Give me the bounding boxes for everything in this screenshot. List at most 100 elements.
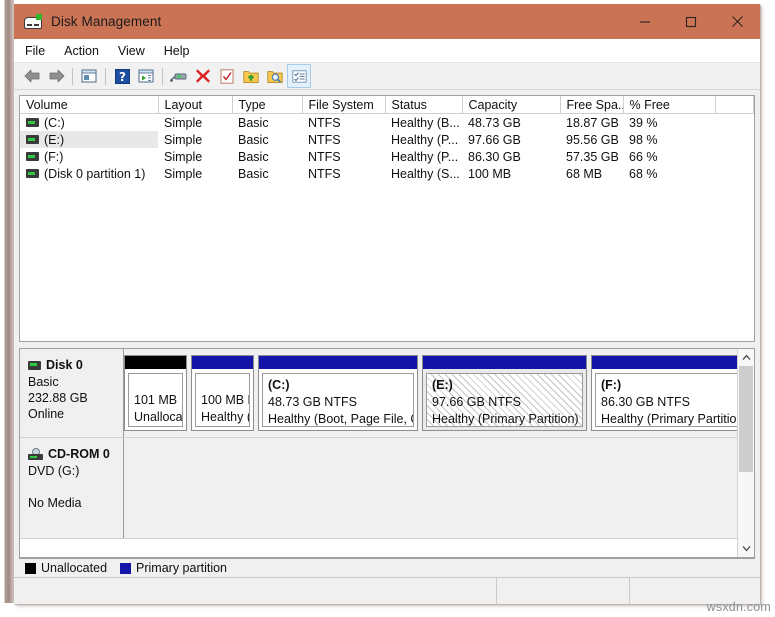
delete-icon[interactable] <box>191 65 215 87</box>
column-header-status[interactable]: Status <box>385 96 463 114</box>
help-icon[interactable]: ? <box>110 65 134 87</box>
scroll-down-icon[interactable] <box>738 540 754 557</box>
legend-label-primary: Primary partition <box>136 561 228 575</box>
show-hide-pane-icon[interactable] <box>287 64 311 88</box>
cell-volume: (Disk 0 partition 1) <box>20 165 158 182</box>
volume-label: (C:) <box>44 115 65 130</box>
export-list-icon[interactable] <box>239 65 263 87</box>
window-controls <box>622 4 760 39</box>
close-button[interactable] <box>714 4 760 39</box>
legend-label-unallocated: Unallocated <box>41 561 108 575</box>
legend-swatch-unallocated <box>25 562 36 574</box>
hard-disk-icon <box>28 360 41 370</box>
status-bar <box>14 577 760 604</box>
show-action-pane-icon[interactable] <box>134 65 158 87</box>
disk-state: Online <box>28 407 65 421</box>
disk-title: Disk 0 <box>28 357 123 373</box>
back-icon[interactable] <box>20 65 44 87</box>
svg-text:?: ? <box>119 70 126 84</box>
partition-size: 48.73 GB NTFS <box>268 395 357 409</box>
partition-details: (E:) 97.66 GB NTFS Healthy (Primary Part… <box>426 373 583 427</box>
table-row[interactable]: (Disk 0 partition 1) Simple Basic NTFS H… <box>20 165 754 182</box>
volume-icon <box>26 118 39 127</box>
search-icon[interactable] <box>263 65 287 87</box>
partition-color-bar <box>259 356 417 369</box>
volume-label: (E:) <box>44 132 65 147</box>
volume-icon <box>26 152 39 161</box>
column-header-capacity[interactable]: Capacity <box>462 96 561 114</box>
status-pane-main <box>14 578 497 604</box>
menu-action[interactable]: Action <box>64 44 109 58</box>
cell-percent-free: 68 % <box>629 166 658 181</box>
cell-filesystem: NTFS <box>308 149 341 164</box>
cell-status: Healthy (P... <box>391 149 459 164</box>
menu-bar: File Action View Help <box>14 39 760 63</box>
disk-info-disk0[interactable]: Disk 0 Basic 232.88 GB Online <box>20 349 124 437</box>
cell-free-space: 95.56 GB <box>566 132 619 147</box>
scroll-up-icon[interactable] <box>738 349 754 366</box>
cdrom-partition-strip <box>124 438 737 538</box>
volume-label: (Disk 0 partition 1) <box>44 166 146 181</box>
menu-file[interactable]: File <box>25 44 55 58</box>
maximize-button[interactable] <box>668 4 714 39</box>
partition-name: (E:) <box>432 378 453 392</box>
volume-label: (F:) <box>44 149 64 164</box>
partition-details: (C:) 48.73 GB NTFS Healthy (Boot, Page F… <box>262 373 414 427</box>
column-header-type[interactable]: Type <box>232 96 303 114</box>
partition-unallocated[interactable]: 101 MB Unallocat <box>124 355 187 431</box>
site-watermark: wsxdn.com <box>706 600 771 614</box>
page-left-edge <box>0 0 14 617</box>
partition-name: (F:) <box>601 378 622 392</box>
table-row[interactable]: (E:) Simple Basic NTFS Healthy (P... 97.… <box>20 131 754 148</box>
disk-panel-scrollbar[interactable] <box>737 349 754 557</box>
menu-view[interactable]: View <box>118 44 155 58</box>
cdrom-title: CD-ROM 0 <box>28 446 123 462</box>
partition-details: 100 MB N Healthy (: <box>195 373 250 427</box>
cell-type: Basic <box>238 149 269 164</box>
disk-row-disk0[interactable]: Disk 0 Basic 232.88 GB Online 101 MB Una… <box>20 349 737 438</box>
status-pane-secondary <box>497 578 630 604</box>
cell-free-space: 57.35 GB <box>566 149 619 164</box>
cell-layout: Simple <box>164 115 203 130</box>
disk-list: Disk 0 Basic 232.88 GB Online 101 MB Una… <box>20 349 737 557</box>
cell-capacity: 48.73 GB <box>468 115 521 130</box>
column-header-free-space[interactable]: Free Spa... <box>560 96 624 114</box>
column-header-file-system[interactable]: File System <box>302 96 386 114</box>
column-header-volume[interactable]: Volume <box>20 96 159 114</box>
legend-swatch-primary <box>120 562 132 574</box>
cell-status: Healthy (S... <box>391 166 460 181</box>
scrollbar-thumb[interactable] <box>739 366 753 472</box>
column-header-layout[interactable]: Layout <box>158 96 233 114</box>
page-background: Disk Management File Action View Help ? … <box>0 0 775 617</box>
cell-filesystem: NTFS <box>308 115 341 130</box>
partition-color-bar <box>592 356 737 369</box>
partition-f[interactable]: (F:) 86.30 GB NTFS Healthy (Primary Part… <box>591 355 737 431</box>
table-row[interactable]: (C:) Simple Basic NTFS Healthy (B... 48.… <box>20 114 754 132</box>
disk-management-window: Disk Management File Action View Help ? … <box>14 4 760 604</box>
cell-percent-free: 98 % <box>629 132 658 147</box>
show-console-tree-icon[interactable] <box>77 65 101 87</box>
partition-c[interactable]: (C:) 48.73 GB NTFS Healthy (Boot, Page F… <box>258 355 418 431</box>
partition-system-reserved[interactable]: 100 MB N Healthy (: <box>191 355 254 431</box>
properties-icon[interactable] <box>215 65 239 87</box>
partition-color-bar <box>125 356 186 369</box>
minimize-button[interactable] <box>622 4 668 39</box>
partition-e[interactable]: (E:) 97.66 GB NTFS Healthy (Primary Part… <box>422 355 587 431</box>
disk-graphical-panel: Disk 0 Basic 232.88 GB Online 101 MB Una… <box>19 348 755 558</box>
menu-help[interactable]: Help <box>164 44 200 58</box>
disk-name: Disk 0 <box>46 358 83 372</box>
volume-icon <box>26 169 39 178</box>
volume-list-panel[interactable]: Volume Layout Type File System Status Ca… <box>19 95 755 342</box>
disk-info-cdrom0[interactable]: CD-ROM 0 DVD (G:) No Media <box>20 438 124 538</box>
cell-status: Healthy (P... <box>391 132 459 147</box>
disk-row-cdrom0[interactable]: CD-ROM 0 DVD (G:) No Media <box>20 438 737 539</box>
disk-partition-strip: 101 MB Unallocat 100 MB N Healthy (: <box>124 349 737 437</box>
partition-status: Healthy (: <box>201 410 250 424</box>
column-header-percent-free[interactable]: % Free <box>623 96 716 114</box>
cell-volume: (E:) <box>20 131 158 148</box>
rescan-disks-icon[interactable] <box>167 65 191 87</box>
table-row[interactable]: (F:) Simple Basic NTFS Healthy (P... 86.… <box>20 148 754 165</box>
forward-icon[interactable] <box>44 65 68 87</box>
cell-free-space: 68 MB <box>566 166 603 181</box>
scrollbar-track[interactable] <box>738 366 754 540</box>
